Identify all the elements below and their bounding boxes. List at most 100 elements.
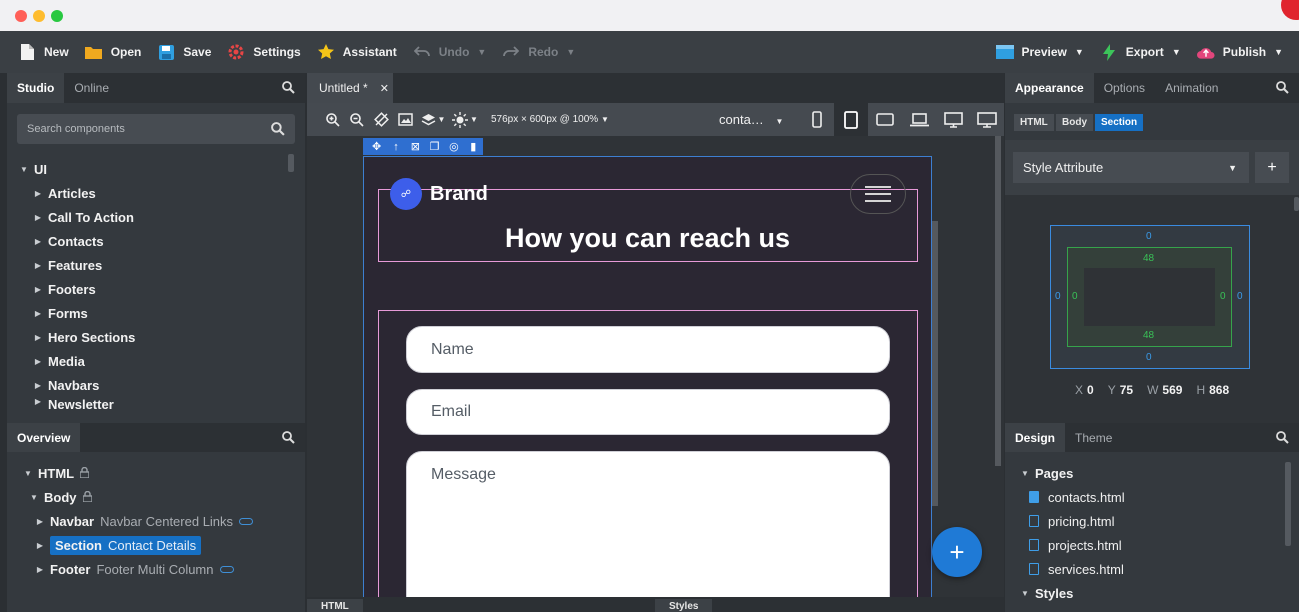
tree-item-newsletter[interactable]: ▶ Newsletter	[14, 397, 284, 411]
chevron-right-icon[interactable]: ▶	[28, 397, 48, 406]
margin-top-value[interactable]: 0	[1146, 231, 1152, 242]
editor-scrollbar[interactable]	[995, 136, 1001, 466]
padding-top-value[interactable]: 48	[1143, 253, 1154, 264]
chevron-down-icon[interactable]: ▼	[1015, 589, 1035, 598]
margin-left-value[interactable]: 0	[1055, 291, 1061, 302]
expand-icon[interactable]: ⊠	[406, 140, 425, 153]
page-item-contacts[interactable]: contacts.html	[1029, 486, 1125, 508]
tree-item-articles[interactable]: ▶ Articles	[14, 181, 284, 205]
brand-logo-icon[interactable]: ☍	[390, 178, 422, 210]
tree-item-features[interactable]: ▶ Features	[14, 253, 284, 277]
settings-button[interactable]: Settings	[221, 38, 306, 66]
device-laptop-icon[interactable]	[902, 103, 936, 136]
overview-item-body[interactable]: ▼ Body	[24, 486, 93, 508]
page-item-services[interactable]: services.html	[1029, 558, 1124, 580]
undo-button[interactable]: Undo ▼	[407, 38, 493, 66]
tree-item-ui[interactable]: ▼ UI	[14, 157, 284, 181]
chevron-right-icon[interactable]: ▶	[30, 565, 50, 574]
search-icon[interactable]	[1276, 81, 1289, 97]
search-icon[interactable]	[271, 122, 285, 139]
minimize-window-button[interactable]	[33, 10, 45, 22]
tab-design[interactable]: Design	[1005, 423, 1066, 452]
tab-html-editor[interactable]: HTML	[307, 599, 363, 612]
image-icon[interactable]	[393, 109, 417, 131]
hamburger-menu-icon[interactable]	[850, 174, 906, 214]
hide-icon[interactable]: ◎	[444, 140, 463, 153]
search-icon[interactable]	[282, 431, 295, 447]
chevron-right-icon[interactable]: ▶	[28, 333, 48, 342]
chevron-down-icon[interactable]: ▼	[18, 469, 38, 478]
tree-item-footers[interactable]: ▶ Footers	[14, 277, 284, 301]
pages-group[interactable]: ▼ Pages	[1015, 462, 1073, 484]
preview-button[interactable]: Preview ▼	[990, 38, 1090, 66]
device-tablet-icon[interactable]	[834, 103, 868, 136]
device-large-desktop-icon[interactable]	[970, 103, 1004, 136]
email-input[interactable]: Email	[406, 389, 890, 435]
tab-options[interactable]: Options	[1094, 73, 1155, 103]
close-badge-icon[interactable]	[1281, 0, 1299, 20]
select-parent-icon[interactable]: ↑	[386, 141, 405, 153]
chevron-right-icon[interactable]: ▶	[28, 381, 48, 390]
chevron-right-icon[interactable]: ▶	[30, 541, 50, 550]
tree-item-contacts[interactable]: ▶ Contacts	[14, 229, 284, 253]
message-textarea[interactable]: Message	[406, 451, 890, 597]
styles-group[interactable]: ▼ Styles	[1015, 582, 1073, 604]
export-button[interactable]: Export ▼	[1094, 38, 1187, 66]
overview-item-html[interactable]: ▼ HTML	[18, 462, 90, 484]
tree-item-call-to-action[interactable]: ▶ Call To Action	[14, 205, 284, 229]
export-caret-icon[interactable]: ▼	[1172, 47, 1181, 57]
close-window-button[interactable]	[15, 10, 27, 22]
padding-right-value[interactable]: 0	[1220, 291, 1226, 302]
rotate-icon[interactable]	[369, 109, 393, 131]
chevron-down-icon[interactable]: ▼	[14, 165, 34, 174]
name-input[interactable]: Name	[406, 326, 890, 373]
layers-icon[interactable]: ▼	[417, 109, 449, 131]
new-button[interactable]: New	[12, 38, 75, 66]
undo-caret-icon[interactable]: ▼	[477, 47, 486, 57]
chevron-right-icon[interactable]: ▶	[28, 285, 48, 294]
device-tablet-landscape-icon[interactable]	[868, 103, 902, 136]
chevron-right-icon[interactable]: ▶	[28, 357, 48, 366]
close-icon[interactable]: ✕	[380, 82, 389, 95]
search-components-input[interactable]: Search components	[17, 114, 295, 144]
tree-item-forms[interactable]: ▶ Forms	[14, 301, 284, 325]
assistant-button[interactable]: Assistant	[311, 38, 403, 66]
add-style-button[interactable]: +	[1255, 152, 1289, 183]
overview-item-navbar[interactable]: ▶ Navbar Navbar Centered Links	[30, 510, 254, 532]
chevron-right-icon[interactable]: ▶	[28, 261, 48, 270]
device-desktop-icon[interactable]	[936, 103, 970, 136]
margin-right-value[interactable]: 0	[1237, 291, 1243, 302]
delete-icon[interactable]: ▮	[464, 140, 483, 153]
tab-styles-editor[interactable]: Styles	[655, 599, 713, 612]
tab-studio[interactable]: Studio	[7, 73, 65, 103]
open-button[interactable]: Open	[79, 38, 148, 66]
search-icon[interactable]	[282, 81, 295, 97]
tab-theme[interactable]: Theme	[1065, 423, 1122, 452]
tab-untitled[interactable]: Untitled * ✕	[307, 73, 393, 103]
page-item-projects[interactable]: projects.html	[1029, 534, 1122, 556]
page-item-pricing[interactable]: pricing.html	[1029, 510, 1114, 532]
context-dropdown[interactable]: conta… ▼	[719, 112, 783, 127]
zoom-out-icon[interactable]	[345, 109, 369, 131]
design-scrollbar[interactable]	[1285, 462, 1291, 546]
tab-overview[interactable]: Overview	[7, 423, 81, 452]
chevron-down-icon[interactable]: ▼	[1015, 469, 1035, 478]
breadcrumb-html[interactable]: HTML	[1014, 114, 1054, 131]
chevron-right-icon[interactable]: ▶	[30, 517, 50, 526]
redo-button[interactable]: Redo ▼	[496, 38, 581, 66]
publish-caret-icon[interactable]: ▼	[1274, 47, 1283, 57]
device-phone-icon[interactable]	[800, 103, 834, 136]
breadcrumb-section[interactable]: Section	[1095, 114, 1144, 131]
components-scrollbar[interactable]	[288, 154, 294, 172]
breadcrumb-body[interactable]: Body	[1056, 114, 1093, 131]
redo-caret-icon[interactable]: ▼	[566, 47, 575, 57]
chevron-down-icon[interactable]: ▼	[24, 493, 44, 502]
move-icon[interactable]: ✥	[367, 140, 386, 153]
appearance-scrollbar[interactable]	[1294, 197, 1299, 211]
tab-online[interactable]: Online	[64, 73, 119, 103]
chevron-right-icon[interactable]: ▶	[28, 237, 48, 246]
margin-bottom-value[interactable]: 0	[1146, 352, 1152, 363]
add-component-button[interactable]: +	[932, 527, 982, 577]
canvas-size-dropdown[interactable]: 576px × 600px @ 100% ▼	[491, 114, 609, 125]
preview-caret-icon[interactable]: ▼	[1075, 47, 1084, 57]
